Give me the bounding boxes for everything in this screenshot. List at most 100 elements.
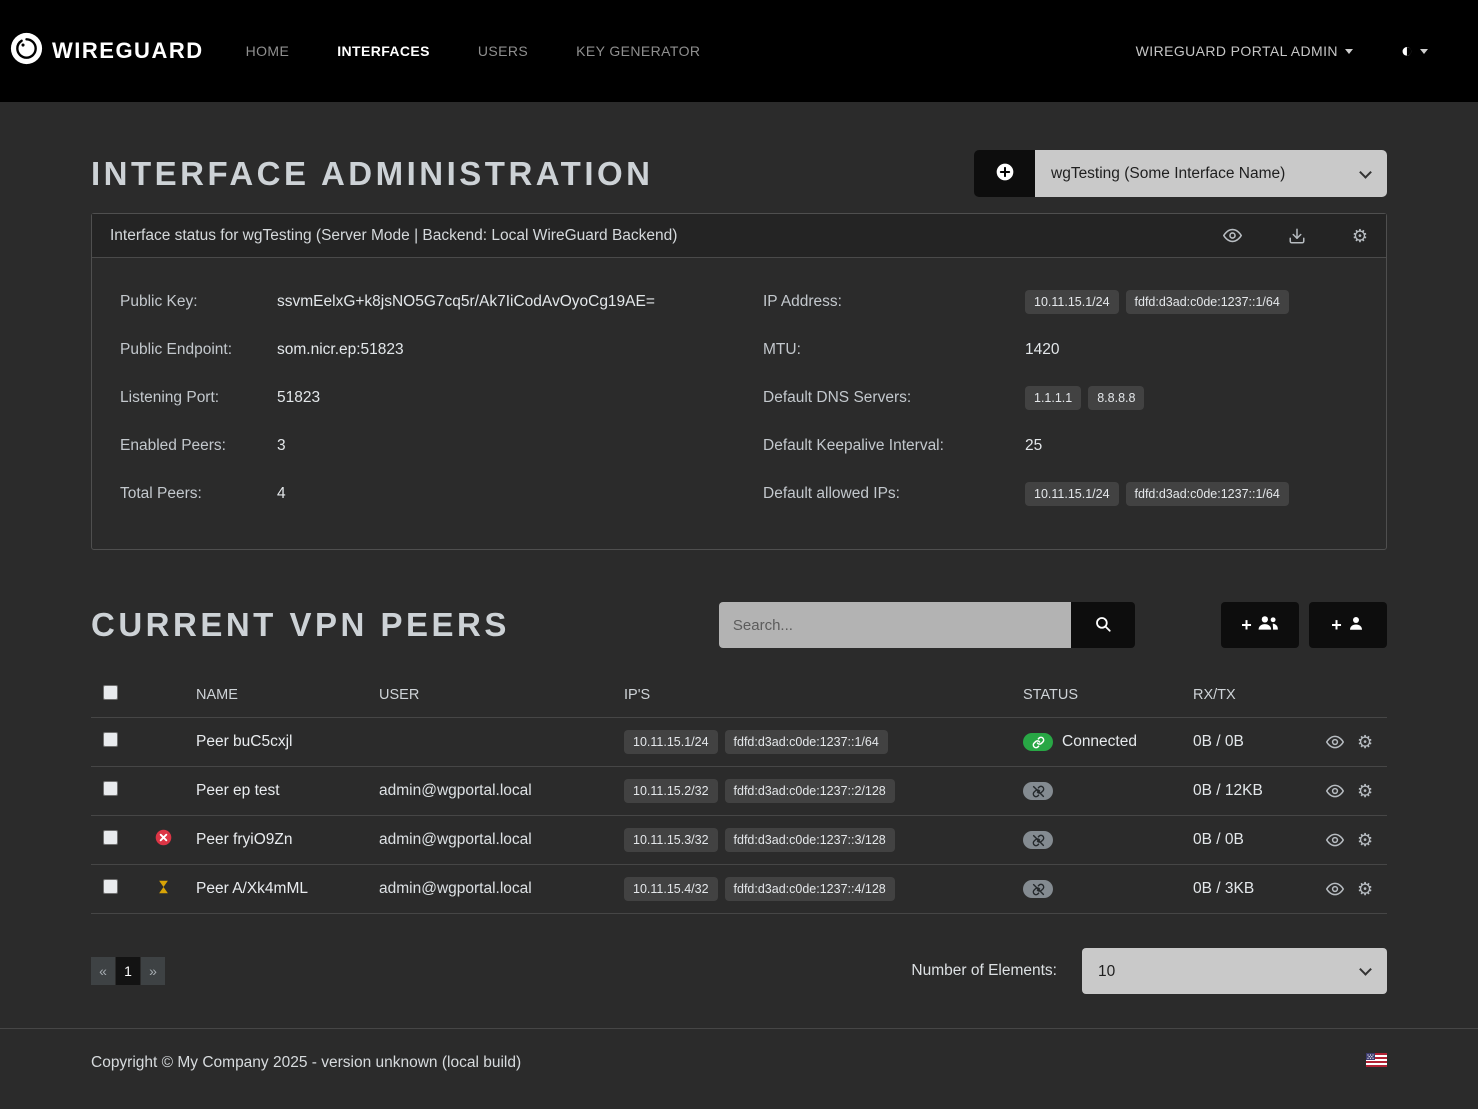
download-config-icon[interactable] [1288, 227, 1306, 245]
interface-select-group: wgTesting (Some Interface Name) [974, 150, 1387, 197]
page-footer: Copyright © My Company 2025 - version un… [0, 1028, 1478, 1096]
theme-contrast-icon: ◐ [1401, 40, 1413, 63]
pagination-page-1[interactable]: 1 [116, 957, 141, 985]
peer-user: admin@wgportal.local [379, 831, 624, 849]
peer-ip-badge: fdfd:d3ad:c0de:1237::1/64 [725, 730, 888, 754]
listening-port-value: 51823 [277, 389, 320, 407]
ip-badge: fdfd:d3ad:c0de:1237::1/64 [1126, 290, 1289, 314]
search-input[interactable] [719, 602, 1071, 648]
enabled-peers-value: 3 [277, 437, 286, 455]
peers-section-head: CURRENT VPN PEERS + [91, 602, 1387, 648]
brand-link[interactable]: WireGuard [10, 32, 204, 70]
peers-title: CURRENT VPN PEERS [91, 606, 510, 644]
elements-per-page-label: Number of Elements: [911, 962, 1057, 980]
peers-table: NAME USER IP'S STATUS RX/TX Peer buC5cxj… [91, 672, 1387, 914]
user-menu-dropdown[interactable]: WIREGUARD PORTAL ADMIN [1136, 43, 1353, 59]
page-title: INTERFACE ADMINISTRATION [91, 155, 653, 193]
allowed-ip-badge: fdfd:d3ad:c0de:1237::1/64 [1126, 482, 1289, 506]
plus-circle-icon [995, 162, 1015, 185]
peer-ip-badge: 10.11.15.4/32 [624, 877, 718, 901]
row-checkbox[interactable] [103, 732, 118, 747]
edit-interface-gear-icon[interactable]: ⚙ [1352, 227, 1368, 245]
edit-peer-gear-icon[interactable]: ⚙ [1357, 831, 1373, 849]
nav-item-home[interactable]: HOME [246, 43, 290, 59]
peer-user: admin@wgportal.local [379, 880, 624, 898]
elements-per-page-group: Number of Elements: 10 [911, 948, 1387, 994]
add-multiple-peers-button[interactable]: + [1221, 602, 1299, 648]
peer-ip-badge: fdfd:d3ad:c0de:1237::4/128 [725, 877, 895, 901]
add-peer-button[interactable]: + [1309, 602, 1387, 648]
peer-rxtx: 0B / 0B [1193, 733, 1326, 751]
disconnected-link-slash-icon [1023, 831, 1053, 849]
wireguard-logo-icon [10, 32, 43, 70]
add-peer-buttons: + + [1221, 602, 1387, 648]
ip-badge: 10.11.15.1/24 [1025, 290, 1119, 314]
peer-ip-badge: 10.11.15.2/32 [624, 779, 718, 803]
column-header-rxtx: RX/TX [1193, 687, 1326, 703]
connected-link-icon [1023, 733, 1053, 751]
peer-row: Peer ep test admin@wgportal.local 10.11.… [91, 767, 1387, 816]
column-header-status: STATUS [1023, 687, 1193, 703]
interface-select-wrap: wgTesting (Some Interface Name) [1035, 150, 1387, 197]
field-label: Public Endpoint: [120, 341, 277, 359]
view-peer-icon[interactable] [1326, 831, 1344, 849]
users-icon [1257, 613, 1279, 637]
peer-name: Peer buC5cxjl [196, 733, 379, 751]
main-content: INTERFACE ADMINISTRATION wgTesting (Some… [91, 150, 1387, 994]
nav-item-interfaces[interactable]: INTERFACES [337, 43, 430, 59]
mtu-value: 1420 [1025, 341, 1059, 359]
interface-select[interactable]: wgTesting (Some Interface Name) [1035, 150, 1387, 197]
column-header-user: USER [379, 687, 624, 703]
field-label: Public Key: [120, 293, 277, 311]
row-checkbox[interactable] [103, 781, 118, 796]
nav-item-users[interactable]: USERS [478, 43, 528, 59]
elements-per-page-select[interactable]: 10 [1082, 948, 1387, 994]
peers-table-header: NAME USER IP'S STATUS RX/TX [91, 672, 1387, 718]
peer-user: admin@wgportal.local [379, 782, 624, 800]
search-group [719, 602, 1135, 648]
peer-status-text: Connected [1062, 733, 1137, 751]
row-checkbox[interactable] [103, 830, 118, 845]
disconnected-link-slash-icon [1023, 782, 1053, 800]
pagination-next-button[interactable]: » [141, 957, 166, 985]
nav-item-key-generator[interactable]: KEY GENERATOR [576, 43, 700, 59]
chevron-down-icon [1420, 49, 1428, 54]
dns-badge: 1.1.1.1 [1025, 386, 1081, 410]
edit-peer-gear-icon[interactable]: ⚙ [1357, 782, 1373, 800]
user-icon [1347, 614, 1365, 637]
user-menu-label: WIREGUARD PORTAL ADMIN [1136, 43, 1338, 59]
edit-peer-gear-icon[interactable]: ⚙ [1357, 733, 1373, 751]
pagination-prev-button[interactable]: « [91, 957, 116, 985]
column-header-ips: IP'S [624, 687, 1023, 703]
row-checkbox[interactable] [103, 879, 118, 894]
theme-toggle-dropdown[interactable]: ◐ [1401, 40, 1428, 63]
elements-select-wrap: 10 [1082, 948, 1387, 994]
view-peer-icon[interactable] [1326, 782, 1344, 800]
view-peer-icon[interactable] [1326, 733, 1344, 751]
peer-rxtx: 0B / 3KB [1193, 880, 1326, 898]
select-all-checkbox[interactable] [103, 685, 118, 700]
plus-icon: + [1241, 615, 1252, 636]
view-peer-icon[interactable] [1326, 880, 1344, 898]
peer-expiring-hourglass-icon [156, 878, 171, 901]
peer-row: Peer A/Xk4mML admin@wgportal.local 10.11… [91, 865, 1387, 914]
us-flag-icon[interactable] [1366, 1053, 1387, 1072]
search-button[interactable] [1071, 602, 1135, 648]
disconnected-link-slash-icon [1023, 880, 1053, 898]
search-icon [1094, 615, 1112, 636]
add-interface-button[interactable] [974, 150, 1035, 197]
public-endpoint-value: som.nicr.ep:51823 [277, 341, 404, 359]
edit-peer-gear-icon[interactable]: ⚙ [1357, 880, 1373, 898]
peer-row: Peer buC5cxjl 10.11.15.1/24 fdfd:d3ad:c0… [91, 718, 1387, 767]
keepalive-value: 25 [1025, 437, 1042, 455]
interface-details-left: Public Key:ssvmEelxG+k8jsNO5G7cq5r/Ak7Ii… [120, 288, 739, 528]
field-label: IP Address: [763, 293, 1025, 311]
public-key-value: ssvmEelxG+k8jsNO5G7cq5r/Ak7IiCodAvOyoCg1… [277, 293, 655, 311]
field-label: Enabled Peers: [120, 437, 277, 455]
view-config-icon[interactable] [1223, 226, 1242, 245]
interface-details-right: IP Address: 10.11.15.1/24 fdfd:d3ad:c0de… [739, 288, 1358, 528]
page-head: INTERFACE ADMINISTRATION wgTesting (Some… [91, 150, 1387, 197]
interface-card-actions: ⚙ [1223, 226, 1368, 245]
peer-ip-badge: 10.11.15.3/32 [624, 828, 718, 852]
table-foot: « 1 » Number of Elements: 10 [91, 948, 1387, 994]
